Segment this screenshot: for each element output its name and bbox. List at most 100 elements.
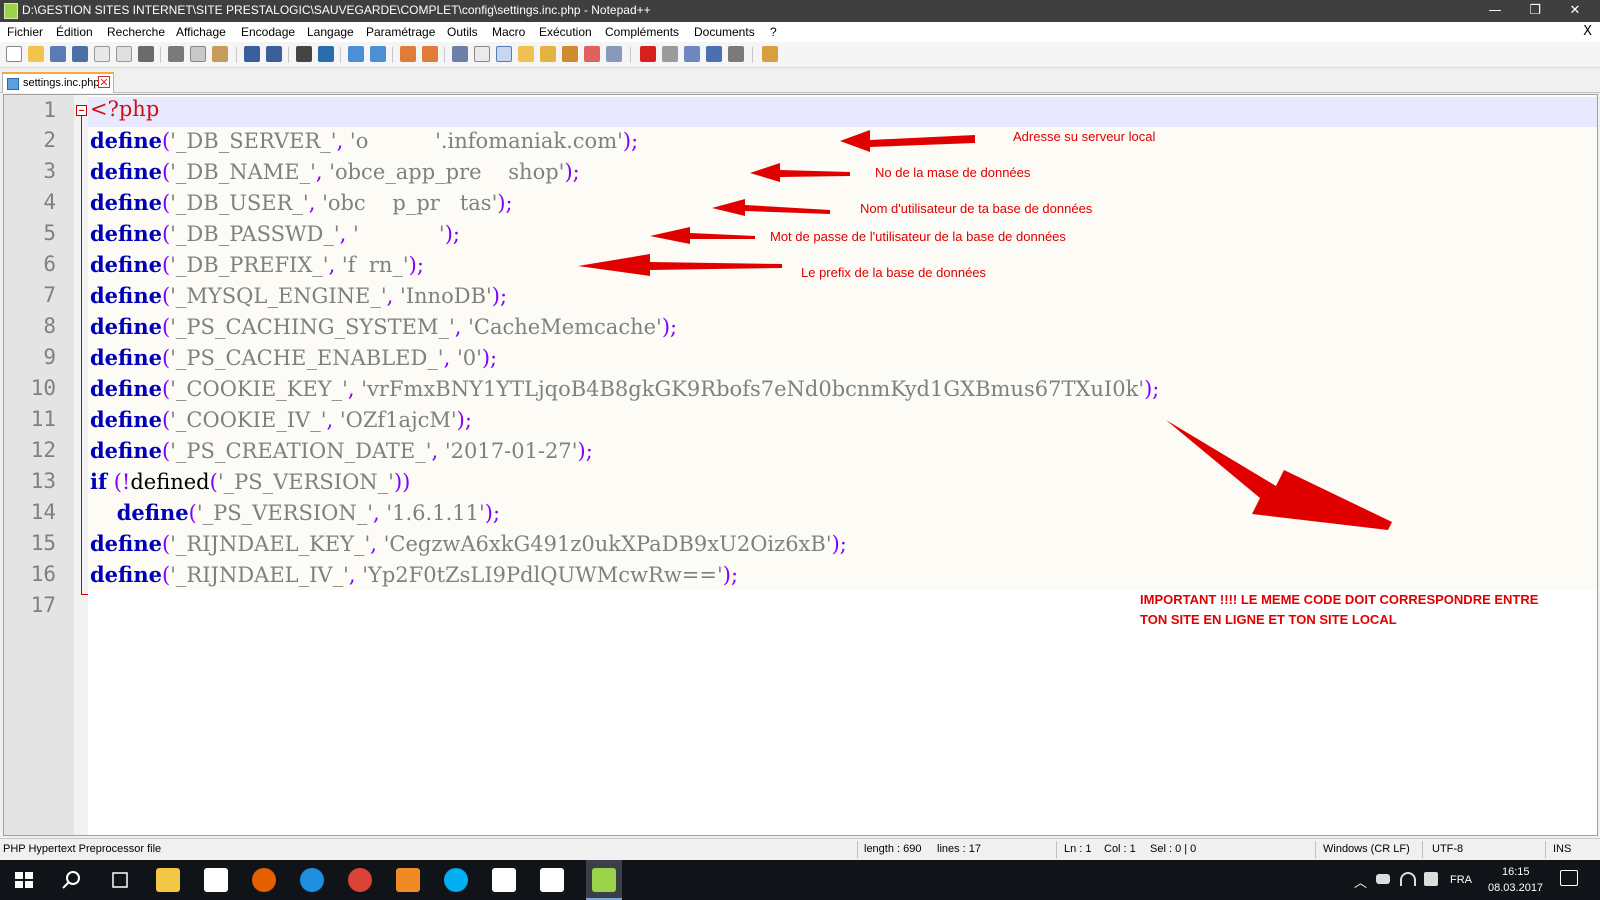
menu-macro[interactable]: Macro	[492, 25, 525, 39]
menu-affichage[interactable]: Affichage	[176, 25, 226, 39]
status-length: length : 690	[864, 843, 922, 855]
battery-icon[interactable]	[1376, 874, 1390, 884]
close-button[interactable]: ✕	[1555, 0, 1595, 22]
play-macro-icon[interactable]	[684, 46, 700, 62]
word-wrap-icon[interactable]	[452, 46, 468, 62]
status-mode[interactable]: INS	[1553, 843, 1571, 855]
stop-macro-icon[interactable]	[662, 46, 678, 62]
close-all-icon[interactable]	[116, 46, 132, 62]
menu-help[interactable]: ?	[770, 25, 777, 39]
close-file-icon[interactable]	[94, 46, 110, 62]
status-eol[interactable]: Windows (CR LF)	[1323, 843, 1410, 855]
input-language[interactable]: FRA	[1450, 874, 1472, 886]
run-icon[interactable]	[762, 46, 778, 62]
menu-fichier[interactable]: Fichier	[7, 25, 43, 39]
constant-value: ' '	[353, 222, 445, 246]
clock-time[interactable]: 16:15	[1502, 866, 1530, 878]
constant-name: '_COOKIE_KEY_'	[170, 377, 348, 401]
menu-documents[interactable]: Documents	[694, 25, 755, 39]
show-hidden-icons-icon[interactable]: ︿	[1354, 872, 1367, 891]
save-icon[interactable]	[50, 46, 66, 62]
open-file-icon[interactable]	[28, 46, 44, 62]
doc-map-icon[interactable]	[518, 46, 534, 62]
indent-guide-icon[interactable]	[496, 46, 512, 62]
undo-icon[interactable]	[244, 46, 260, 62]
calendar-icon[interactable]	[492, 868, 516, 892]
constant-name: '_PS_CREATION_DATE_'	[170, 439, 432, 463]
zoom-out-icon[interactable]	[370, 46, 386, 62]
task-view-icon[interactable]	[108, 868, 132, 892]
edge-icon[interactable]	[300, 868, 324, 892]
show-all-chars-icon[interactable]	[474, 46, 490, 62]
wifi-icon[interactable]	[1400, 872, 1416, 886]
constant-value: 'CegzwA6xkG491z0ukXPaDB9xU2Oiz6xB'	[383, 532, 832, 556]
search-icon[interactable]	[60, 868, 84, 892]
menu-edition[interactable]: Édition	[56, 25, 93, 39]
mail-icon[interactable]	[540, 868, 564, 892]
maximize-button[interactable]: ❐	[1515, 0, 1555, 22]
media-player-icon[interactable]	[396, 868, 420, 892]
windows-start-icon[interactable]	[12, 868, 36, 892]
line-number: 4	[43, 190, 56, 214]
user-lang-icon[interactable]	[584, 46, 600, 62]
menu-parametrage[interactable]: Paramétrage	[366, 25, 435, 39]
tab-settings-inc-php[interactable]: settings.inc.php ✕	[2, 72, 114, 93]
run-macro-multiple-icon[interactable]	[706, 46, 722, 62]
skype-icon[interactable]	[444, 868, 468, 892]
volume-icon[interactable]	[1424, 872, 1438, 886]
line-number: 14	[30, 500, 56, 524]
keyword: define	[90, 221, 162, 246]
code-line-4: define('_DB_USER_', 'obc p_pr tas');	[90, 190, 513, 215]
menu-complements[interactable]: Compléments	[605, 25, 679, 39]
code-line-15: define('_RIJNDAEL_KEY_', 'CegzwA6xkG491z…	[90, 531, 847, 556]
clock-date[interactable]: 08.03.2017	[1488, 882, 1543, 894]
code-line-14: define('_PS_VERSION_', '1.6.1.11');	[116, 500, 501, 525]
store-icon[interactable]	[204, 868, 228, 892]
sync-vertical-icon[interactable]	[400, 46, 416, 62]
menu-recherche[interactable]: Recherche	[107, 25, 165, 39]
keyword: define	[90, 376, 162, 401]
print-icon[interactable]	[138, 46, 154, 62]
minimize-button[interactable]: —	[1475, 0, 1515, 22]
file-explorer-icon[interactable]	[156, 868, 180, 892]
menu-langage[interactable]: Langage	[307, 25, 354, 39]
status-encoding[interactable]: UTF-8	[1432, 843, 1463, 855]
redo-icon[interactable]	[266, 46, 282, 62]
find-icon[interactable]	[296, 46, 312, 62]
notification-center-icon[interactable]	[1560, 870, 1578, 886]
save-macro-icon[interactable]	[728, 46, 744, 62]
status-filetype: PHP Hypertext Preprocessor file	[3, 843, 162, 855]
notepadpp-icon	[4, 3, 18, 19]
code-line-9: define('_PS_CACHE_ENABLED_', '0');	[90, 345, 498, 370]
new-file-icon[interactable]	[6, 46, 22, 62]
code-line-7: define('_MYSQL_ENGINE_', 'InnoDB');	[90, 283, 508, 308]
keyword: define	[90, 562, 162, 587]
monitoring-icon[interactable]	[606, 46, 622, 62]
record-macro-icon[interactable]	[640, 46, 656, 62]
annotation-dbname: No de la mase de données	[875, 165, 1031, 180]
close-document-x[interactable]: X	[1583, 24, 1592, 39]
chrome-icon[interactable]	[348, 868, 372, 892]
firefox-icon[interactable]	[252, 868, 276, 892]
paste-icon[interactable]	[212, 46, 228, 62]
line-number: 15	[30, 531, 56, 555]
code-editor[interactable]: 1 2 3 4 5 6 7 8 9 10 11 12 13 14 15 16 1…	[3, 94, 1598, 836]
menu-outils[interactable]: Outils	[447, 25, 478, 39]
tab-close-icon[interactable]: ✕	[98, 76, 110, 89]
fold-guide-end	[81, 594, 88, 595]
copy-icon[interactable]	[190, 46, 206, 62]
menu-execution[interactable]: Exécution	[539, 25, 592, 39]
menu-encodage[interactable]: Encodage	[241, 25, 295, 39]
annotation-dbpass: Mot de passe de l'utilisateur de la base…	[770, 229, 1066, 244]
save-all-icon[interactable]	[72, 46, 88, 62]
annotation-server: Adresse su serveur local	[1013, 129, 1156, 144]
fold-toggle-icon[interactable]	[76, 105, 87, 116]
replace-icon[interactable]	[318, 46, 334, 62]
cut-icon[interactable]	[168, 46, 184, 62]
zoom-in-icon[interactable]	[348, 46, 364, 62]
sync-horizontal-icon[interactable]	[422, 46, 438, 62]
function-list-icon[interactable]	[540, 46, 556, 62]
folder-workspace-icon[interactable]	[562, 46, 578, 62]
line-number: 1	[43, 98, 56, 122]
constant-name: '_DB_USER_'	[170, 191, 309, 215]
